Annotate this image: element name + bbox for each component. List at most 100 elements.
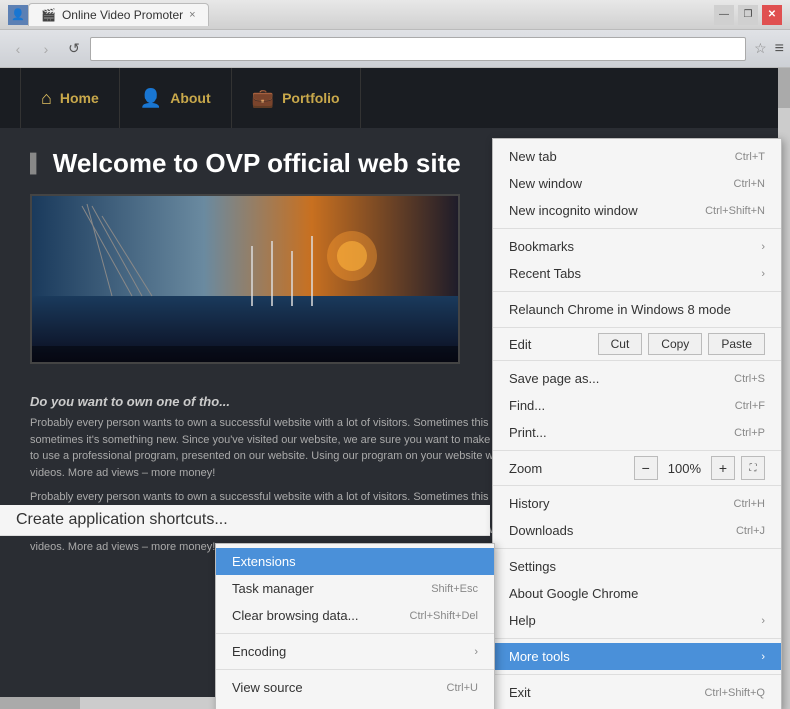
zoom-minus-button[interactable]: −	[634, 456, 658, 480]
history-item[interactable]: History Ctrl+H	[493, 490, 781, 517]
paste-button[interactable]: Paste	[708, 333, 765, 355]
help-label: Help	[509, 613, 761, 628]
exit-shortcut: Ctrl+Shift+Q	[704, 687, 765, 699]
new-tab-item[interactable]: New tab Ctrl+T	[493, 143, 781, 170]
find-shortcut: Ctrl+F	[735, 400, 765, 412]
tab-title: Online Video Promoter	[62, 8, 183, 22]
zoom-plus-button[interactable]: +	[711, 456, 735, 480]
save-page-item[interactable]: Save page as... Ctrl+S	[493, 365, 781, 392]
find-item[interactable]: Find... Ctrl+F	[493, 392, 781, 419]
relaunch-item[interactable]: Relaunch Chrome in Windows 8 mode	[493, 296, 781, 323]
back-button[interactable]: ‹	[6, 37, 30, 61]
find-label: Find...	[509, 398, 715, 413]
reload-button[interactable]: ↺	[62, 37, 86, 61]
browser-content: ⌂ Home 👤 About 💼 Portfolio ▌ Welcome to …	[0, 68, 790, 709]
browser-toolbar: ‹ › ↺ ☆ ≡	[0, 30, 790, 68]
clear-browsing-label: Clear browsing data...	[232, 608, 390, 623]
downloads-shortcut: Ctrl+J	[736, 525, 765, 537]
extensions-label: Extensions	[232, 554, 478, 569]
exit-label: Exit	[509, 685, 684, 700]
new-tab-label: New tab	[509, 149, 715, 164]
encoding-label: Encoding	[232, 644, 474, 659]
help-arrow: ›	[761, 615, 765, 627]
encoding-item[interactable]: Encoding ›	[216, 638, 494, 665]
fullscreen-button[interactable]: ⛶	[741, 456, 765, 480]
menu-section-new: New tab Ctrl+T New window Ctrl+N New inc…	[493, 139, 781, 229]
browser-tab[interactable]: 🎬 Online Video Promoter ×	[28, 3, 209, 26]
task-manager-item[interactable]: Task manager Shift+Esc	[216, 575, 494, 602]
chrome-menu: New tab Ctrl+T New window Ctrl+N New inc…	[492, 138, 782, 709]
address-bar[interactable]	[90, 37, 746, 61]
print-item[interactable]: Print... Ctrl+P	[493, 419, 781, 446]
history-shortcut: Ctrl+H	[734, 498, 765, 510]
new-incognito-shortcut: Ctrl+Shift+N	[705, 205, 765, 217]
print-shortcut: Ctrl+P	[734, 427, 765, 439]
submenu-section: Extensions Task manager Shift+Esc Clear …	[216, 544, 494, 634]
edit-row: Edit Cut Copy Paste	[493, 328, 781, 361]
browser-window: 👤 🎬 Online Video Promoter × — ❐ ✕ ‹ › ↺ …	[0, 0, 790, 709]
menu-section-exit: Exit Ctrl+Shift+Q	[493, 675, 781, 709]
recent-tabs-arrow: ›	[761, 268, 765, 280]
task-manager-shortcut: Shift+Esc	[431, 583, 478, 595]
save-page-label: Save page as...	[509, 371, 714, 386]
developer-tools-item[interactable]: Developer tools Ctrl+Shift+I	[216, 701, 494, 709]
more-tools-label: More tools	[509, 649, 761, 664]
title-bar: 👤 🎬 Online Video Promoter × — ❐ ✕	[0, 0, 790, 30]
new-incognito-label: New incognito window	[509, 203, 685, 218]
downloads-label: Downloads	[509, 523, 716, 538]
forward-button[interactable]: ›	[34, 37, 58, 61]
settings-item[interactable]: Settings	[493, 553, 781, 580]
submenu-section-3: View source Ctrl+U Developer tools Ctrl+…	[216, 670, 494, 709]
bookmarks-arrow: ›	[761, 241, 765, 253]
bookmarks-item[interactable]: Bookmarks ›	[493, 233, 781, 260]
view-source-item[interactable]: View source Ctrl+U	[216, 674, 494, 701]
new-tab-shortcut: Ctrl+T	[735, 151, 765, 163]
encoding-arrow: ›	[474, 646, 478, 658]
more-tools-submenu: Extensions Task manager Shift+Esc Clear …	[215, 543, 495, 709]
recent-tabs-label: Recent Tabs	[509, 266, 761, 281]
exit-item[interactable]: Exit Ctrl+Shift+Q	[493, 679, 781, 706]
zoom-row: Zoom − 100% + ⛶	[493, 451, 781, 486]
menu-section-settings: Settings About Google Chrome Help ›	[493, 549, 781, 639]
more-tools-arrow: ›	[761, 651, 765, 663]
menu-section-bookmarks: Bookmarks › Recent Tabs ›	[493, 229, 781, 292]
print-label: Print...	[509, 425, 714, 440]
more-tools-item[interactable]: More tools ›	[493, 643, 781, 670]
view-source-label: View source	[232, 680, 427, 695]
tab-close-btn[interactable]: ×	[189, 9, 195, 21]
cut-button[interactable]: Cut	[598, 333, 643, 355]
minimize-button[interactable]: —	[714, 5, 734, 25]
recent-tabs-item[interactable]: Recent Tabs ›	[493, 260, 781, 287]
create-app-shortcuts-item[interactable]: Create application shortcuts...	[0, 505, 490, 535]
menu-section-relaunch: Relaunch Chrome in Windows 8 mode	[493, 292, 781, 328]
menu-section-more-tools: More tools ›	[493, 639, 781, 675]
create-app-shortcuts-label: Create application shortcuts...	[16, 511, 474, 529]
new-window-item[interactable]: New window Ctrl+N	[493, 170, 781, 197]
user-icon[interactable]: 👤	[8, 5, 28, 25]
bookmarks-label: Bookmarks	[509, 239, 761, 254]
clear-browsing-item[interactable]: Clear browsing data... Ctrl+Shift+Del	[216, 602, 494, 629]
new-window-label: New window	[509, 176, 714, 191]
copy-button[interactable]: Copy	[648, 333, 702, 355]
history-label: History	[509, 496, 714, 511]
clear-browsing-shortcut: Ctrl+Shift+Del	[410, 610, 478, 622]
downloads-item[interactable]: Downloads Ctrl+J	[493, 517, 781, 544]
new-incognito-item[interactable]: New incognito window Ctrl+Shift+N	[493, 197, 781, 224]
restore-button[interactable]: ❐	[738, 5, 758, 25]
about-chrome-item[interactable]: About Google Chrome	[493, 580, 781, 607]
menu-overlay: Create application shortcuts... New tab …	[0, 68, 790, 709]
view-source-shortcut: Ctrl+U	[447, 682, 478, 694]
extensions-item[interactable]: Extensions	[216, 548, 494, 575]
new-window-shortcut: Ctrl+N	[734, 178, 765, 190]
help-item[interactable]: Help ›	[493, 607, 781, 634]
task-manager-label: Task manager	[232, 581, 411, 596]
zoom-value: 100%	[658, 461, 711, 476]
submenu-section-2: Encoding ›	[216, 634, 494, 670]
close-button[interactable]: ✕	[762, 5, 782, 25]
bookmark-star-icon[interactable]: ☆	[754, 40, 767, 57]
menu-section-history: History Ctrl+H Downloads Ctrl+J	[493, 486, 781, 549]
zoom-label: Zoom	[509, 461, 634, 476]
chrome-menu-button[interactable]: ≡	[775, 40, 784, 58]
about-chrome-label: About Google Chrome	[509, 586, 765, 601]
edit-label: Edit	[509, 337, 592, 352]
